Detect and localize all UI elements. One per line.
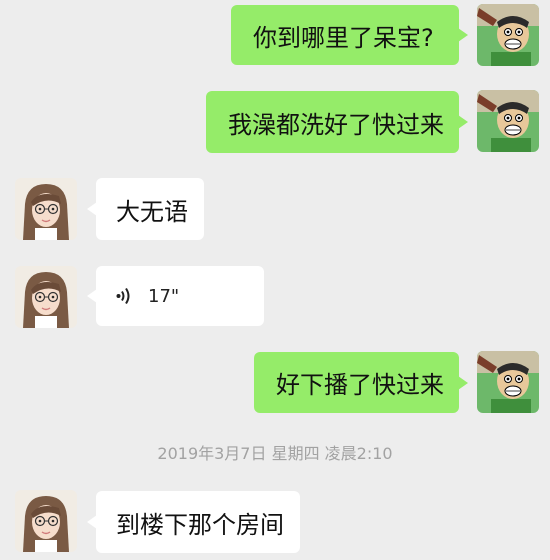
voice-duration: 17"	[148, 285, 180, 307]
message-text: 好下播了快过来	[276, 371, 444, 399]
outgoing-message-bubble[interactable]: 我澡都洗好了快过来	[206, 91, 468, 153]
contact-avatar[interactable]	[15, 178, 77, 240]
incoming-voice-message-bubble[interactable]: 17"	[87, 266, 264, 326]
self-avatar[interactable]	[477, 4, 539, 66]
girl-avatar-icon	[15, 266, 77, 328]
message-text: 我澡都洗好了快过来	[228, 110, 444, 139]
girl-avatar-icon	[15, 490, 77, 552]
self-avatar[interactable]	[477, 90, 539, 152]
cartoon-avatar-icon	[477, 351, 539, 413]
self-avatar[interactable]	[477, 351, 539, 413]
outgoing-message-bubble[interactable]: 好下播了快过来	[254, 352, 468, 413]
cartoon-avatar-icon	[477, 4, 539, 66]
cartoon-avatar-icon	[477, 90, 539, 152]
contact-avatar[interactable]	[15, 490, 77, 552]
girl-avatar-icon	[15, 178, 77, 240]
incoming-message-bubble[interactable]: 到楼下那个房间	[87, 491, 300, 553]
voice-wave-icon	[116, 287, 132, 305]
chat-timestamp: 2019年3月7日 星期四 凌晨2:10	[157, 444, 393, 463]
message-text: 你到哪里了呆宝?	[253, 23, 434, 52]
chat-window: 你到哪里了呆宝? 我澡都洗好了快过来 大无语 17" 好下播了快过来 2019年…	[0, 0, 550, 560]
incoming-message-bubble[interactable]: 大无语	[87, 178, 204, 240]
contact-avatar[interactable]	[15, 266, 77, 328]
message-text: 到楼下那个房间	[116, 510, 284, 539]
outgoing-message-bubble[interactable]: 你到哪里了呆宝?	[231, 5, 468, 65]
message-text: 大无语	[116, 197, 188, 226]
